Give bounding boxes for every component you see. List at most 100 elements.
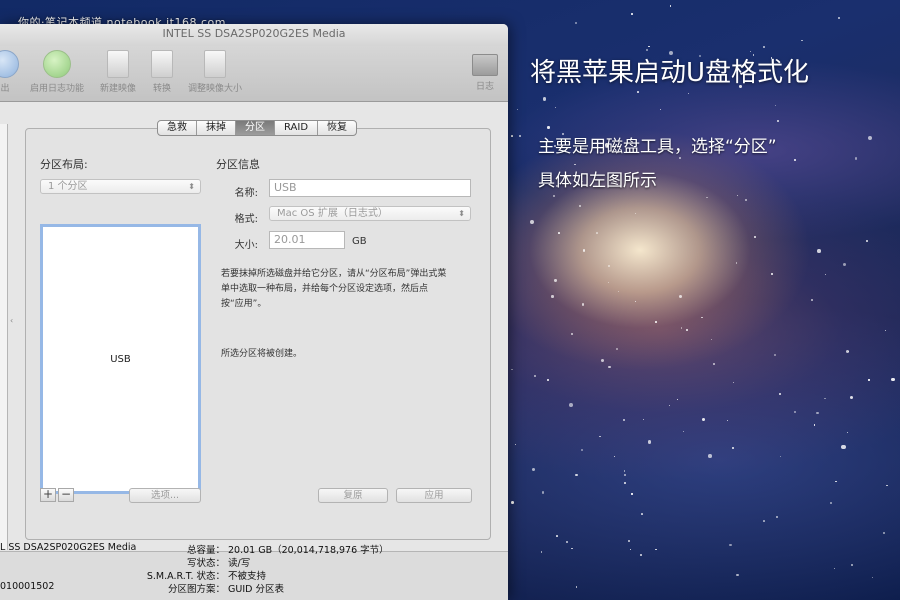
star [569,402,574,407]
star [634,212,636,214]
star [608,366,611,369]
star [516,108,518,110]
capacity-value: 20.01 GB（20,014,718,976 字节） [228,545,389,556]
tab-raid[interactable]: RAID [275,121,319,135]
toolbar: 出 启用日志功能 新建映像 转换 调整映像大小 日志 [0,46,508,102]
toolbar-label: 出 [0,84,10,94]
partition-layout-select[interactable]: 1 个分区 ⬍ [40,179,201,194]
tab-restore[interactable]: 恢复 [318,121,356,135]
convert-icon [151,50,173,78]
star [868,379,870,381]
headline: 将黑苹果启动U盘格式化 [530,58,810,88]
star [607,264,610,267]
description: 主要是用磁盘工具，选择“分区” 具体如左图所示 [538,130,878,198]
star [631,12,633,15]
star [547,126,550,129]
split-handle[interactable]: ‹ [10,316,13,325]
star [571,547,573,550]
star [708,454,713,458]
toolbar-new-image[interactable]: 新建映像 [96,50,140,94]
name-label: 名称: [234,188,258,199]
star [835,480,837,483]
star [817,249,821,253]
star [678,294,682,299]
options-button[interactable]: 选项... [129,488,201,503]
toolbar-eject[interactable]: 出 [0,50,20,94]
description-line-2: 具体如左图所示 [538,171,657,191]
toolbar-label: 启用日志功能 [29,84,84,94]
format-value: Mac OS 扩展（日志式） [277,208,388,219]
toolbar-resize-image[interactable]: 调整映像大小 [184,50,246,94]
capacity-label: 总容量： [186,545,225,556]
format-select[interactable]: Mac OS 扩展（日志式） ⬍ [269,206,471,221]
remove-partition-button[interactable]: − [58,488,74,502]
tab-bar: 急救 抹掉 分区 RAID 恢复 [157,120,358,136]
add-partition-button[interactable]: + [40,488,56,502]
size-field[interactable]: 20.01 [269,231,345,249]
smart-status-value: 不被支持 [228,571,267,582]
tab-erase[interactable]: 抹掉 [197,121,236,135]
star [556,534,558,537]
star [655,548,657,551]
size-unit: GB [352,236,367,247]
size-label: 大小: [234,240,258,251]
star [551,295,554,298]
partition-layout-value: 1 个分区 [48,181,88,192]
new-image-icon [107,50,129,78]
toolbar-enable-journal[interactable]: 启用日志功能 [26,50,88,94]
star [735,262,738,264]
sidebar-edge [0,124,8,550]
toolbar-log[interactable]: 日志 [470,50,500,92]
star [640,553,643,556]
write-status-value: 读/写 [228,558,251,569]
select-arrows-icon: ⬍ [188,182,195,191]
enable-journal-icon [43,50,71,78]
star [712,363,715,365]
star [816,412,819,415]
partition-layout-title: 分区布局: [40,158,88,171]
star [575,473,578,476]
star [776,119,779,122]
star [655,321,657,323]
star [778,392,781,395]
star [578,204,581,208]
star [842,262,846,266]
instruction-text: 若要抹掉所选磁盘并给它分区，请从“分区布局”弹出式菜 单中选取一种布局，并给每个… [221,267,491,312]
star [841,444,846,450]
star [744,198,747,201]
star [532,467,536,471]
resize-image-icon [204,50,226,78]
star [542,97,547,101]
star [763,520,765,522]
disk-id: 010001502 [0,581,55,592]
star [829,501,832,504]
partition-layout-box[interactable]: USB [40,224,201,494]
partition-label: USB [110,353,131,365]
partition-scheme-value: GUID 分区表 [228,584,284,595]
star [640,513,643,515]
tab-partition[interactable]: 分区 [236,121,275,135]
revert-button[interactable]: 复原 [318,488,388,503]
eject-icon [0,50,19,78]
format-label: 格式: [234,214,258,225]
instruction-line: 按“应用”。 [221,299,267,309]
toolbar-label: 新建映像 [99,84,136,94]
star [736,574,739,577]
smart-status-label: S.M.A.R.T. 状态： [146,571,225,582]
star [595,232,598,234]
star [813,424,815,426]
star [529,219,534,224]
window-title: INTEL SS DSA2SP020G2ES Media [0,24,508,46]
star [582,249,586,252]
write-status-label: 写状态： [186,558,225,569]
star [729,543,732,546]
star [575,586,577,588]
tab-first-aid[interactable]: 急救 [158,121,197,135]
disk-utility-window: INTEL SS DSA2SP020G2ES Media 出 启用日志功能 新建… [0,24,508,600]
name-field[interactable]: USB [269,179,471,197]
star [557,232,560,235]
apply-button[interactable]: 应用 [396,488,472,503]
select-arrows-icon: ⬍ [458,209,465,218]
toolbar-convert[interactable]: 转换 [148,50,176,94]
star [871,577,873,579]
